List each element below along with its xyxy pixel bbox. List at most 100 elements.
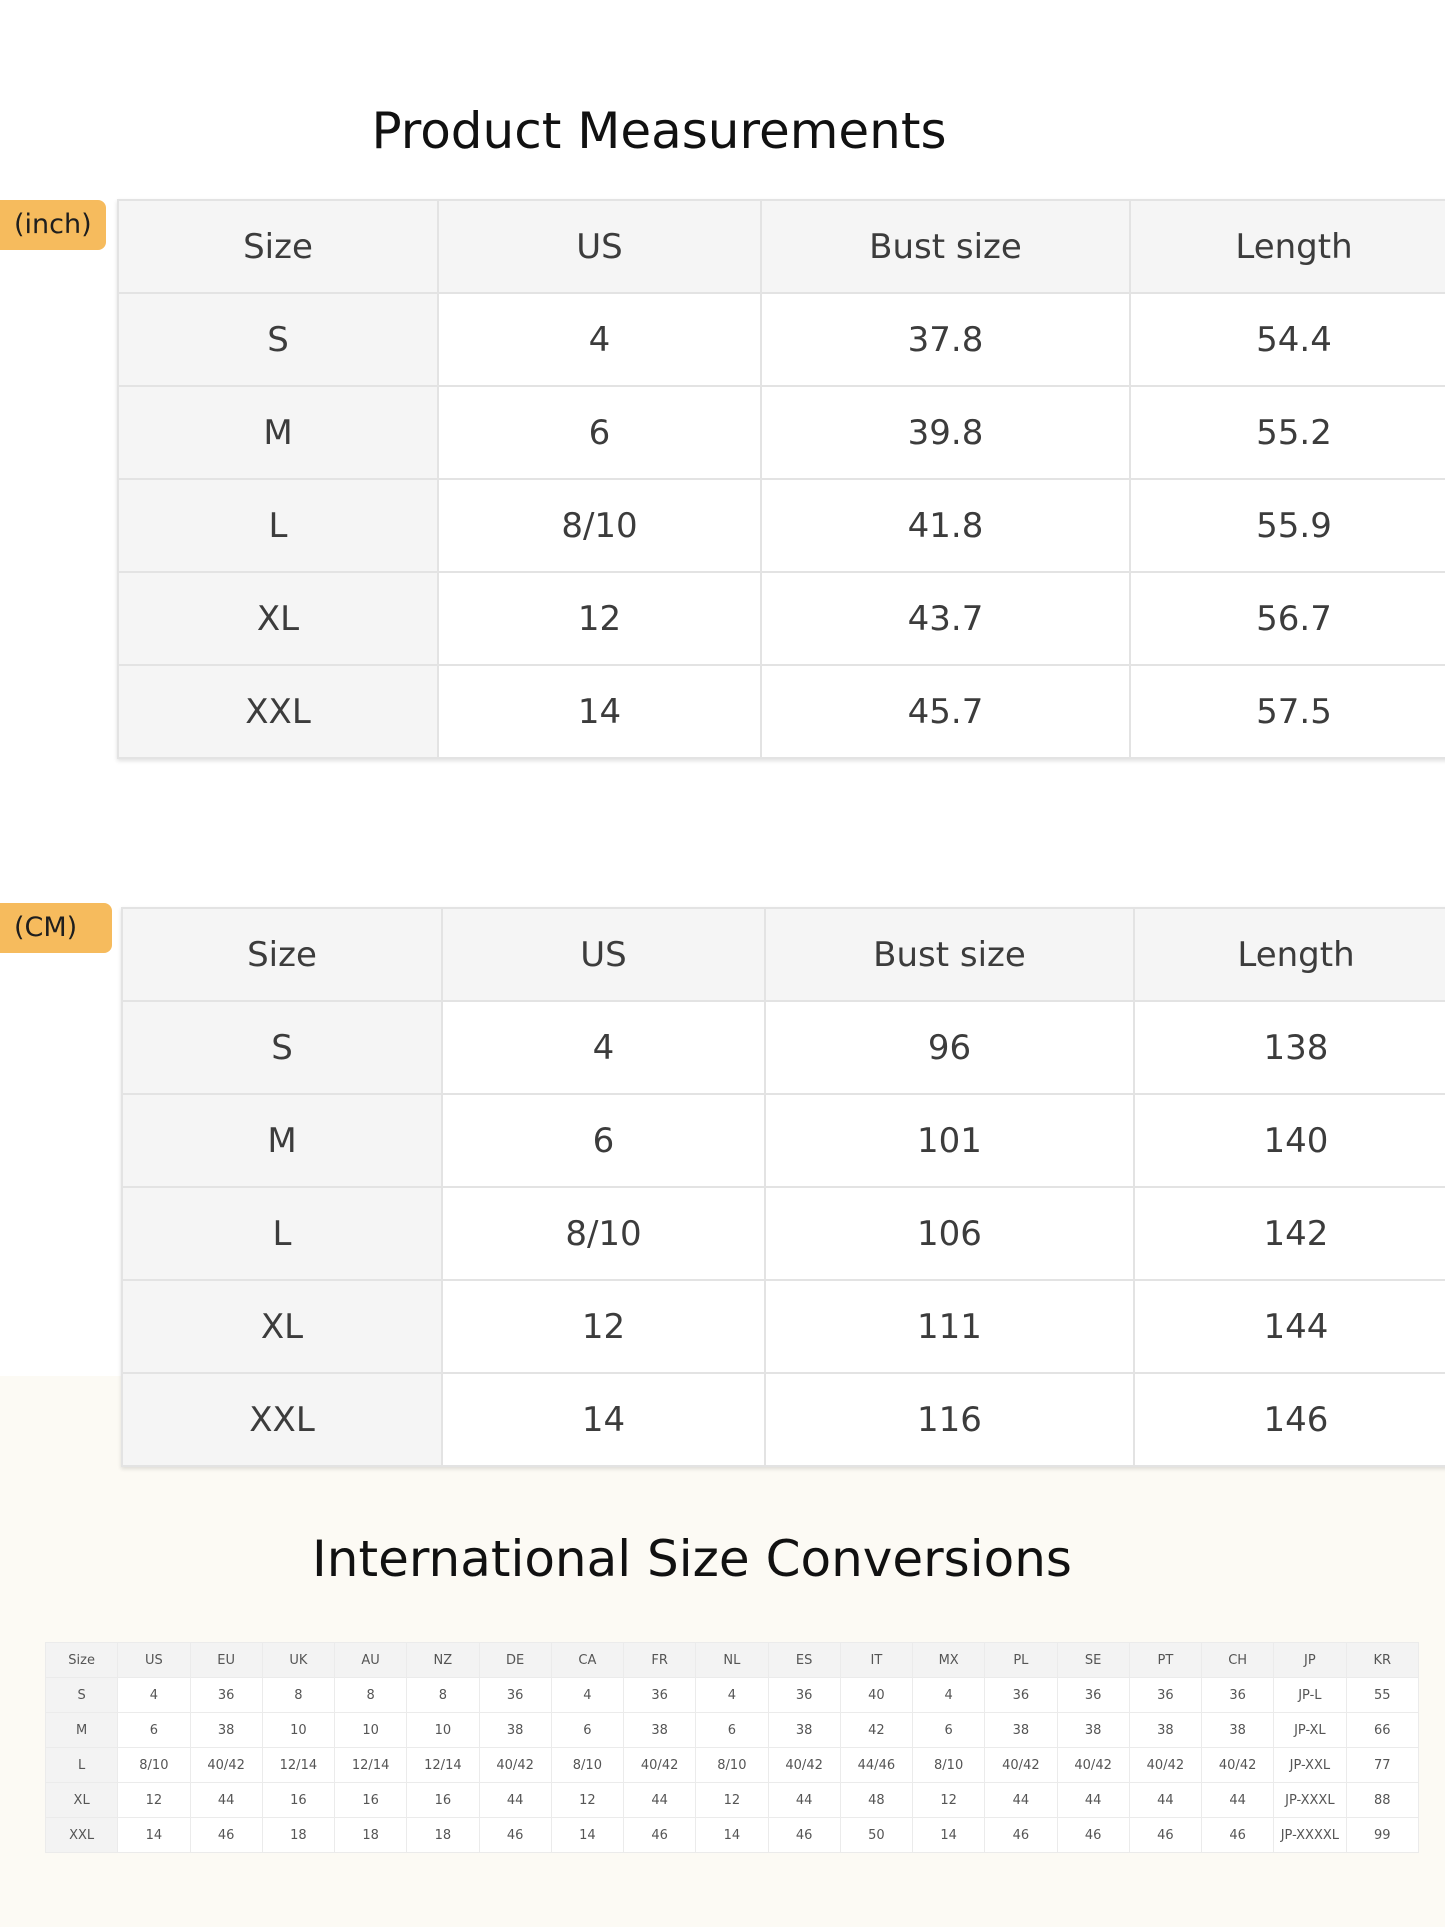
conversion-cell: 4 (695, 1677, 769, 1713)
conversion-cell: 40/42 (767, 1747, 841, 1783)
conversion-cell: 40/42 (1200, 1747, 1275, 1783)
conversion-cell: 44 (622, 1782, 697, 1818)
header-length: Length (1133, 907, 1445, 1002)
length-cell: 54.4 (1129, 292, 1445, 387)
table-row: S 4 36 8 8 8 36 4 36 4 36 40 4 36 36 36 36 JP-L 55 (44, 1677, 1419, 1713)
conversion-cell: 4 (117, 1677, 191, 1713)
conversion-cell: 36 (189, 1677, 263, 1713)
size-cell: L (121, 1186, 443, 1281)
table-row: XL 12 43.7 56.7 (117, 571, 1445, 666)
table-row: XXL 14 45.7 57.5 (117, 664, 1445, 759)
column-header: JP (1273, 1642, 1347, 1678)
conversion-cell: 6 (695, 1712, 769, 1748)
conversion-cell: 14 (695, 1817, 769, 1853)
column-header: FR (622, 1642, 697, 1678)
conversion-cell: 44 (1056, 1782, 1130, 1818)
column-header: IT (839, 1642, 914, 1678)
conversion-cell: 46 (622, 1817, 697, 1853)
us-cell: 4 (437, 292, 762, 387)
conversion-cell: 18 (261, 1817, 336, 1853)
conversion-cell: 12/14 (333, 1747, 408, 1783)
size-cell: S (117, 292, 439, 387)
conversion-cell: 36 (1200, 1677, 1275, 1713)
us-cell: 12 (437, 571, 762, 666)
length-cell: 57.5 (1129, 664, 1445, 759)
conversion-cell: 46 (1200, 1817, 1275, 1853)
conversion-cell: 36 (1128, 1677, 1203, 1713)
size-cell: XL (117, 571, 439, 666)
conversion-cell: 42 (839, 1712, 914, 1748)
unit-tag-inch: (inch) (0, 200, 106, 250)
conversion-cell: 46 (1056, 1817, 1130, 1853)
conversion-cell: 14 (550, 1817, 625, 1853)
conversion-cell: 38 (189, 1712, 263, 1748)
conversion-cell: JP-L (1273, 1677, 1347, 1713)
conversion-cell: 6 (550, 1712, 625, 1748)
conversion-cell: 40/42 (622, 1747, 697, 1783)
size-cell: XL (44, 1782, 119, 1818)
conversion-cell: JP-XL (1273, 1712, 1347, 1748)
conversion-cell: 44 (478, 1782, 552, 1818)
bust-cell: 39.8 (760, 385, 1131, 480)
bust-cell: 37.8 (760, 292, 1131, 387)
header-us: US (437, 199, 762, 294)
table-row: S 4 37.8 54.4 (117, 292, 1445, 387)
size-cell: S (44, 1677, 119, 1713)
length-cell: 140 (1133, 1093, 1445, 1188)
international-size-table: Size US EU UK AU NZ DE CA FR NL ES IT MX PL SE PT CH JP KR… (44, 1642, 1419, 1853)
conversion-cell: 40/42 (189, 1747, 263, 1783)
conversion-cell: 77 (1345, 1747, 1419, 1783)
conversion-cell: 12 (550, 1782, 625, 1818)
conversion-cell: 4 (911, 1677, 986, 1713)
column-header: MX (911, 1642, 986, 1678)
conversion-cell: 88 (1345, 1782, 1419, 1818)
inch-measurement-table: Size US Bust size Length S 4 37.8 54.4 M… (117, 199, 1445, 759)
length-cell: 56.7 (1129, 571, 1445, 666)
length-cell: 146 (1133, 1372, 1445, 1467)
conversion-cell: 8 (406, 1677, 480, 1713)
us-cell: 12 (441, 1279, 766, 1374)
conversion-cell: 8/10 (695, 1747, 769, 1783)
bust-cell: 106 (764, 1186, 1135, 1281)
conversion-cell: 14 (911, 1817, 986, 1853)
conversion-cell: 40/42 (984, 1747, 1058, 1783)
table-header-row: Size US Bust size Length (121, 907, 1445, 1002)
column-header: CA (550, 1642, 625, 1678)
conversion-cell: JP-XXXXL (1273, 1817, 1347, 1853)
conversion-cell: 4 (550, 1677, 625, 1713)
conversion-cell: 44 (984, 1782, 1058, 1818)
conversion-cell: 46 (767, 1817, 841, 1853)
us-cell: 6 (437, 385, 762, 480)
column-header: NL (695, 1642, 769, 1678)
bust-cell: 43.7 (760, 571, 1131, 666)
us-cell: 8/10 (441, 1186, 766, 1281)
size-cell: M (121, 1093, 443, 1188)
conversion-cell: 38 (984, 1712, 1058, 1748)
conversion-cell: 99 (1345, 1817, 1419, 1853)
conversion-cell: 36 (984, 1677, 1058, 1713)
table-row: L 8/10 41.8 55.9 (117, 478, 1445, 573)
conversion-cell: JP-XXXL (1273, 1782, 1347, 1818)
us-cell: 14 (441, 1372, 766, 1467)
conversion-cell: 66 (1345, 1712, 1419, 1748)
conversion-cell: 44 (1200, 1782, 1275, 1818)
length-cell: 55.2 (1129, 385, 1445, 480)
conversion-cell: 8/10 (550, 1747, 625, 1783)
table-header-row: Size US EU UK AU NZ DE CA FR NL ES IT MX PL SE PT CH JP KR (44, 1642, 1419, 1678)
size-cell: XXL (117, 664, 439, 759)
column-header: UK (261, 1642, 336, 1678)
header-us: US (441, 907, 766, 1002)
length-cell: 144 (1133, 1279, 1445, 1374)
header-size: Size (121, 907, 443, 1002)
header-size: Size (117, 199, 439, 294)
conversion-cell: 38 (1128, 1712, 1203, 1748)
table-row: L 8/10 106 142 (121, 1186, 1445, 1281)
conversion-cell: 48 (839, 1782, 914, 1818)
conversion-cell: 44 (1128, 1782, 1203, 1818)
conversion-cell: 36 (622, 1677, 697, 1713)
size-cell: M (117, 385, 439, 480)
header-length: Length (1129, 199, 1445, 294)
conversion-cell: 38 (767, 1712, 841, 1748)
conversion-cell: 10 (261, 1712, 336, 1748)
table-row: L 8/10 40/42 12/14 12/14 12/14 40/42 8/10 40/42 8… (44, 1747, 1419, 1783)
